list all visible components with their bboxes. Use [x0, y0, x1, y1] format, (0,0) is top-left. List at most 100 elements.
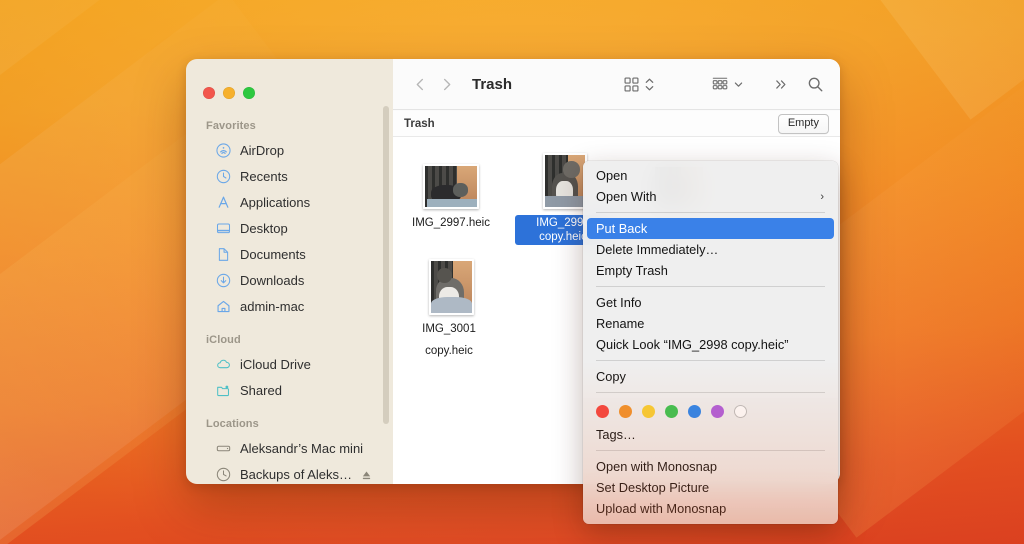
sidebar-item-label: AirDrop — [240, 142, 285, 158]
tag-orange-dot[interactable] — [619, 405, 632, 418]
menu-item-label: Set Desktop Picture — [596, 480, 710, 495]
sidebar-item-backups[interactable]: Backups of Aleksa… — [195, 461, 384, 484]
sidebar-item-shared[interactable]: Shared — [195, 377, 384, 403]
empty-trash-button[interactable]: Empty — [777, 114, 829, 134]
eject-icon[interactable] — [361, 469, 372, 480]
photo-preview — [430, 261, 472, 313]
menu-item-set-desktop-picture[interactable]: Set Desktop Picture — [583, 477, 838, 498]
group-chevron-down-icon[interactable] — [731, 72, 746, 98]
sidebar-item-downloads[interactable]: Downloads — [195, 267, 384, 293]
back-button[interactable] — [407, 72, 433, 98]
forward-button[interactable] — [433, 72, 459, 98]
file-item[interactable]: IMG_2997.heic — [401, 147, 501, 231]
breadcrumb: Trash — [404, 118, 435, 130]
sidebar-scrollbar[interactable] — [383, 106, 389, 424]
tag-blue-dot[interactable] — [688, 405, 701, 418]
tag-yellow-dot[interactable] — [642, 405, 655, 418]
menu-item-rename[interactable]: Rename — [583, 313, 838, 334]
file-item[interactable]: IMG_3001 copy.heic — [401, 253, 501, 359]
sidebar-item-mac-mini[interactable]: Aleksandr’s Mac mini — [195, 435, 384, 461]
file-name-line1: IMG_3001 — [422, 323, 476, 335]
file-name: IMG_2997.heic — [412, 217, 490, 229]
file-thumbnail — [423, 164, 479, 209]
desktop-icon — [215, 220, 231, 236]
sidebar-item-admin-mac[interactable]: admin-mac — [195, 293, 384, 319]
menu-item-open-with[interactable]: Open With › — [583, 186, 838, 207]
sidebar-item-label: Aleksandr’s Mac mini — [240, 440, 364, 456]
menu-item-open[interactable]: Open — [583, 165, 838, 186]
menu-item-open-with-monosnap[interactable]: Open with Monosnap — [583, 456, 838, 477]
zoom-button[interactable] — [243, 87, 255, 99]
cloud-icon — [215, 356, 231, 372]
tag-none-dot[interactable] — [734, 405, 747, 418]
home-icon — [215, 298, 231, 314]
sidebar-scroll-area[interactable]: Favorites AirDrop Recents Applications D… — [186, 99, 393, 484]
tag-red-dot[interactable] — [596, 405, 609, 418]
context-menu[interactable]: Open Open With › Put Back Delete Immedia… — [583, 161, 838, 524]
menu-separator — [596, 450, 825, 451]
sidebar-section-icloud-header: iCloud — [206, 334, 241, 346]
sidebar-item-label: Downloads — [240, 272, 305, 288]
icon-view-icon[interactable] — [621, 72, 642, 98]
menu-separator — [596, 212, 825, 213]
thumbnail-wrap — [401, 253, 501, 315]
tag-color-row[interactable] — [583, 398, 838, 424]
menu-item-get-info[interactable]: Get Info — [583, 292, 838, 313]
sidebar-item-desktop[interactable]: Desktop — [195, 215, 384, 241]
menu-item-label: Open — [596, 168, 628, 183]
file-name-block: IMG_3001 copy.heic — [401, 321, 501, 359]
file-name-block: IMG_2997.heic — [401, 209, 501, 231]
menu-separator — [596, 392, 825, 393]
minimize-button[interactable] — [223, 87, 235, 99]
menu-item-label: Upload with Monosnap — [596, 501, 727, 516]
downloads-icon — [215, 272, 231, 288]
sidebar-item-label: admin-mac — [240, 298, 305, 314]
photo-preview — [425, 166, 477, 207]
sidebar-section-favorites-header: Favorites — [206, 120, 256, 132]
tag-green-dot[interactable] — [665, 405, 678, 418]
group-by-icon[interactable] — [709, 72, 731, 98]
sidebar-item-airdrop[interactable]: AirDrop — [195, 137, 384, 163]
page-title: Trash — [472, 76, 513, 93]
menu-item-label: Get Info — [596, 295, 642, 310]
thumbnail-wrap — [401, 147, 501, 209]
mac-mini-icon — [215, 440, 231, 456]
file-thumbnail — [543, 153, 587, 209]
more-chevrons-icon[interactable] — [772, 72, 791, 98]
menu-item-label: Put Back — [596, 221, 648, 236]
menu-item-label: Quick Look “IMG_2998 copy.heic” — [596, 337, 789, 352]
menu-item-delete-immediately[interactable]: Delete Immediately… — [583, 239, 838, 260]
menu-item-label: Open with Monosnap — [596, 459, 717, 474]
menu-item-upload-with-monosnap[interactable]: Upload with Monosnap — [583, 498, 838, 519]
menu-item-label: Tags… — [596, 427, 636, 442]
airdrop-icon — [215, 142, 231, 158]
sidebar-item-label: iCloud Drive — [240, 356, 311, 372]
menu-item-label: Open With — [596, 189, 657, 204]
sidebar-item-label: Recents — [240, 168, 288, 184]
file-thumbnail — [428, 259, 474, 315]
file-name-line2: copy.heic — [425, 345, 473, 357]
finder-sidebar[interactable]: Favorites AirDrop Recents Applications D… — [186, 59, 393, 484]
menu-item-put-back[interactable]: Put Back — [587, 218, 834, 239]
search-icon[interactable] — [805, 72, 826, 98]
menu-item-label: Rename — [596, 316, 645, 331]
menu-item-copy[interactable]: Copy — [583, 366, 838, 387]
sidebar-item-recents[interactable]: Recents — [195, 163, 384, 189]
menu-item-quick-look[interactable]: Quick Look “IMG_2998 copy.heic” — [583, 334, 838, 355]
sidebar-item-label: Backups of Aleksa… — [240, 466, 352, 482]
finder-path-subbar: Trash Empty — [393, 111, 840, 137]
sidebar-item-icloud-drive[interactable]: iCloud Drive — [195, 351, 384, 377]
sidebar-item-applications[interactable]: Applications — [195, 189, 384, 215]
document-icon — [215, 246, 231, 262]
close-button[interactable] — [203, 87, 215, 99]
sidebar-item-documents[interactable]: Documents — [195, 241, 384, 267]
menu-item-tags[interactable]: Tags… — [583, 424, 838, 445]
window-controls[interactable] — [186, 72, 393, 99]
menu-item-label: Delete Immediately… — [596, 242, 719, 257]
sort-chevrons-icon[interactable] — [642, 72, 657, 98]
tag-purple-dot[interactable] — [711, 405, 724, 418]
menu-item-empty-trash[interactable]: Empty Trash — [583, 260, 838, 281]
photo-preview — [545, 155, 585, 207]
